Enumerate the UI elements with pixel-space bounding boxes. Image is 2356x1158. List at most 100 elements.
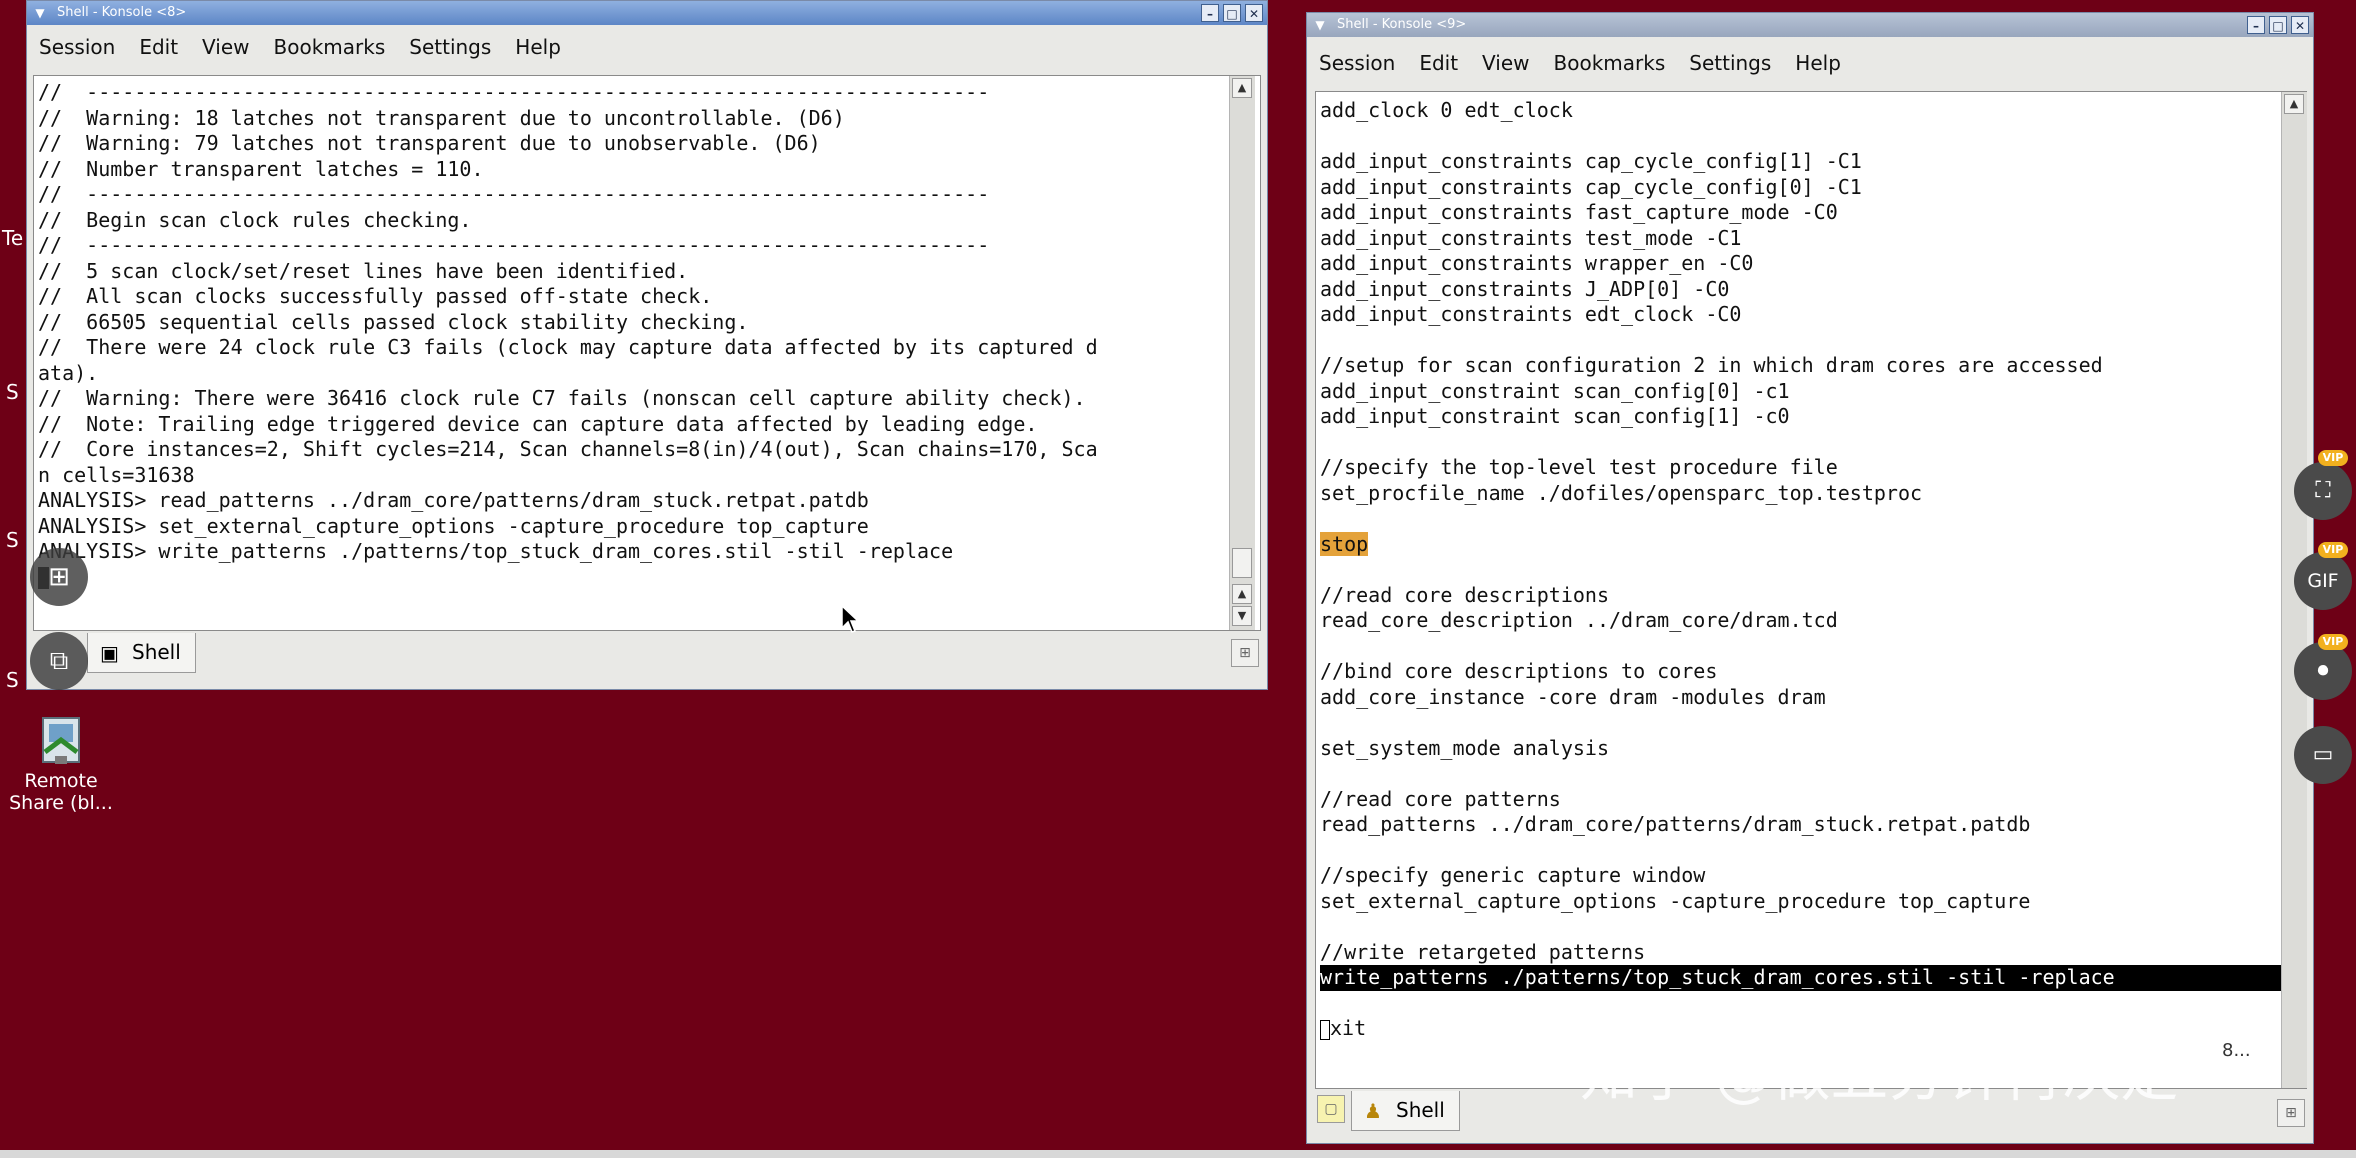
- terminal-line: ata).: [38, 360, 99, 385]
- crop-icon[interactable]: ⛶: [2294, 462, 2352, 520]
- watermark-text: 知乎 @做五分钟再决定: [1580, 1041, 2179, 1109]
- title-bar[interactable]: ▼ Shell - Konsole <9> – □ ✕: [1307, 13, 2313, 37]
- new-tab-icon[interactable]: ⊞: [1231, 639, 1259, 667]
- vertical-scrollbar[interactable]: ▲ ▲ ▼: [1229, 76, 1255, 630]
- remote-share-icon: [35, 712, 87, 770]
- menu-edit[interactable]: Edit: [127, 29, 190, 65]
- terminal-line: // Warning: There were 36416 clock rule …: [38, 386, 1086, 410]
- terminal-line: //setup for scan configuration 2 in whic…: [1320, 353, 2103, 377]
- terminal-line: add_input_constraints J_ADP[0] -C0: [1320, 276, 1730, 301]
- scroll-up-icon[interactable]: ▲: [1232, 584, 1252, 604]
- menu-view[interactable]: View: [190, 29, 261, 65]
- terminal-line: // Warning: 18 latches not transparent d…: [38, 105, 845, 130]
- window-menu-icon[interactable]: ▼: [1311, 16, 1329, 34]
- tab-label: Shell: [132, 640, 181, 664]
- terminal-line: set_procfile_name ./dofiles/opensparc_to…: [1320, 480, 1923, 505]
- terminal-output[interactable]: // -------------------------------------…: [33, 75, 1261, 631]
- remote-share-desktop-icon[interactable]: Remote Share (bl...: [4, 712, 118, 814]
- window-title: Shell - Konsole <9>: [1337, 17, 1467, 32]
- terminal-line-stop: stop: [1320, 531, 2306, 558]
- tab-shell[interactable]: ♟ Shell: [1351, 1091, 1460, 1131]
- gif-icon[interactable]: GIF: [2294, 552, 2352, 610]
- menu-session[interactable]: Session: [1307, 45, 1407, 81]
- window-menu-icon[interactable]: ▼: [31, 4, 49, 22]
- terminal-line: add_input_constraints test_mode -C1: [1320, 225, 1742, 250]
- stop-keyword-highlight: stop: [1320, 531, 1369, 556]
- menu-help[interactable]: Help: [503, 29, 573, 65]
- terminal-icon: ▣: [100, 641, 119, 665]
- desktop-edge-label: Te: [2, 226, 24, 250]
- menu-session[interactable]: Session: [27, 29, 127, 65]
- vip-badge: VIP: [2318, 542, 2348, 558]
- terminal-line-selected[interactable]: write_patterns ./patterns/top_stuck_dram…: [1320, 965, 2306, 991]
- scroll-up-icon[interactable]: ▲: [2284, 94, 2304, 114]
- terminal-line: //specify generic capture window: [1320, 863, 1706, 887]
- terminal-line: // -------------------------------------…: [38, 233, 990, 257]
- screen-record-icon[interactable]: ▭: [2294, 726, 2352, 784]
- minimize-icon[interactable]: –: [1201, 4, 1219, 22]
- scroll-thumb[interactable]: [1232, 548, 1252, 578]
- new-session-icon[interactable]: ▢: [1317, 1095, 1345, 1123]
- terminal-line: add_clock 0 edt_clock: [1320, 98, 1573, 122]
- maximize-icon[interactable]: □: [1223, 4, 1241, 22]
- desktop-edge-label: S: [6, 380, 19, 404]
- shell-tab-icon: ♟: [1364, 1099, 1382, 1123]
- terminal-line: add_input_constraint scan_config[0] -c1: [1320, 378, 1790, 403]
- close-icon[interactable]: ✕: [1245, 4, 1263, 22]
- mouse-pointer-icon: [840, 604, 860, 638]
- menu-edit[interactable]: Edit: [1407, 45, 1470, 81]
- layout-tool-icon[interactable]: ⊞: [30, 548, 88, 606]
- terminal-line: set_external_capture_options -capture_pr…: [1320, 888, 2031, 913]
- terminal-cursor-line: [38, 565, 1260, 591]
- terminal-line: // Warning: 79 latches not transparent d…: [38, 131, 821, 155]
- terminal-line: // Number transparent latches = 110.: [38, 156, 484, 181]
- terminal-line: // -------------------------------------…: [38, 80, 990, 104]
- title-bar[interactable]: ▼ Shell - Konsole <8> – □ ✕: [27, 1, 1267, 25]
- terminal-output[interactable]: add_clock 0 edt_clock add_input_constrai…: [1315, 91, 2307, 1089]
- desktop-edge-label: S: [6, 528, 19, 552]
- exit-text: xit: [1330, 1016, 1367, 1040]
- picture-in-picture-icon[interactable]: ⧉: [30, 632, 88, 690]
- close-tab-icon[interactable]: ⊞: [2277, 1099, 2305, 1127]
- terminal-line: // All scan clocks successfully passed o…: [38, 284, 713, 308]
- maximize-icon[interactable]: □: [2269, 16, 2287, 34]
- window-title: Shell - Konsole <8>: [57, 5, 187, 20]
- vip-badge: VIP: [2318, 450, 2348, 466]
- terminal-line: add_input_constraints cap_cycle_config[0…: [1320, 174, 1862, 199]
- terminal-line: add_input_constraints wrapper_en -C0: [1320, 251, 1754, 275]
- scroll-up-icon[interactable]: ▲: [1232, 78, 1252, 98]
- menu-settings[interactable]: Settings: [397, 29, 503, 65]
- desktop-edge-label: S: [6, 668, 19, 692]
- menu-view[interactable]: View: [1470, 45, 1541, 81]
- terminal-line: ANALYSIS> read_patterns ../dram_core/pat…: [38, 488, 869, 512]
- selected-line-highlight: write_patterns ./patterns/top_stuck_dram…: [1320, 965, 2306, 991]
- taskbar[interactable]: [0, 1150, 2356, 1158]
- tab-bar: ▣ Shell ⊞: [27, 633, 1267, 679]
- video-icon[interactable]: ⏺: [2294, 642, 2352, 700]
- menu-bookmarks[interactable]: Bookmarks: [1542, 45, 1678, 81]
- menu-settings[interactable]: Settings: [1677, 45, 1783, 81]
- menu-bookmarks[interactable]: Bookmarks: [262, 29, 398, 65]
- scroll-down-icon[interactable]: ▼: [1232, 606, 1252, 626]
- terminal-line: add_input_constraints fast_capture_mode …: [1320, 200, 1838, 224]
- terminal-line: // Core instances=2, Shift cycles=214, S…: [38, 437, 1098, 461]
- remote-share-label-2: Share (bl...: [9, 792, 113, 814]
- minimize-icon[interactable]: –: [2247, 16, 2265, 34]
- close-icon[interactable]: ✕: [2291, 16, 2309, 34]
- terminal-line: //write retargeted patterns: [1320, 939, 1646, 964]
- terminal-line: add_core_instance -core dram -modules dr…: [1320, 684, 1826, 709]
- tab-shell[interactable]: ▣ Shell: [87, 633, 196, 673]
- terminal-line: // -------------------------------------…: [38, 182, 990, 206]
- terminal-line: // Note: Trailing edge triggered device …: [38, 411, 1038, 436]
- menu-help[interactable]: Help: [1783, 45, 1853, 81]
- terminal-line: ANALYSIS> write_patterns ./patterns/top_…: [38, 539, 954, 563]
- terminal-line: // There were 24 clock rule C3 fails (cl…: [38, 335, 1098, 359]
- terminal-line: //read core patterns: [1320, 786, 1561, 811]
